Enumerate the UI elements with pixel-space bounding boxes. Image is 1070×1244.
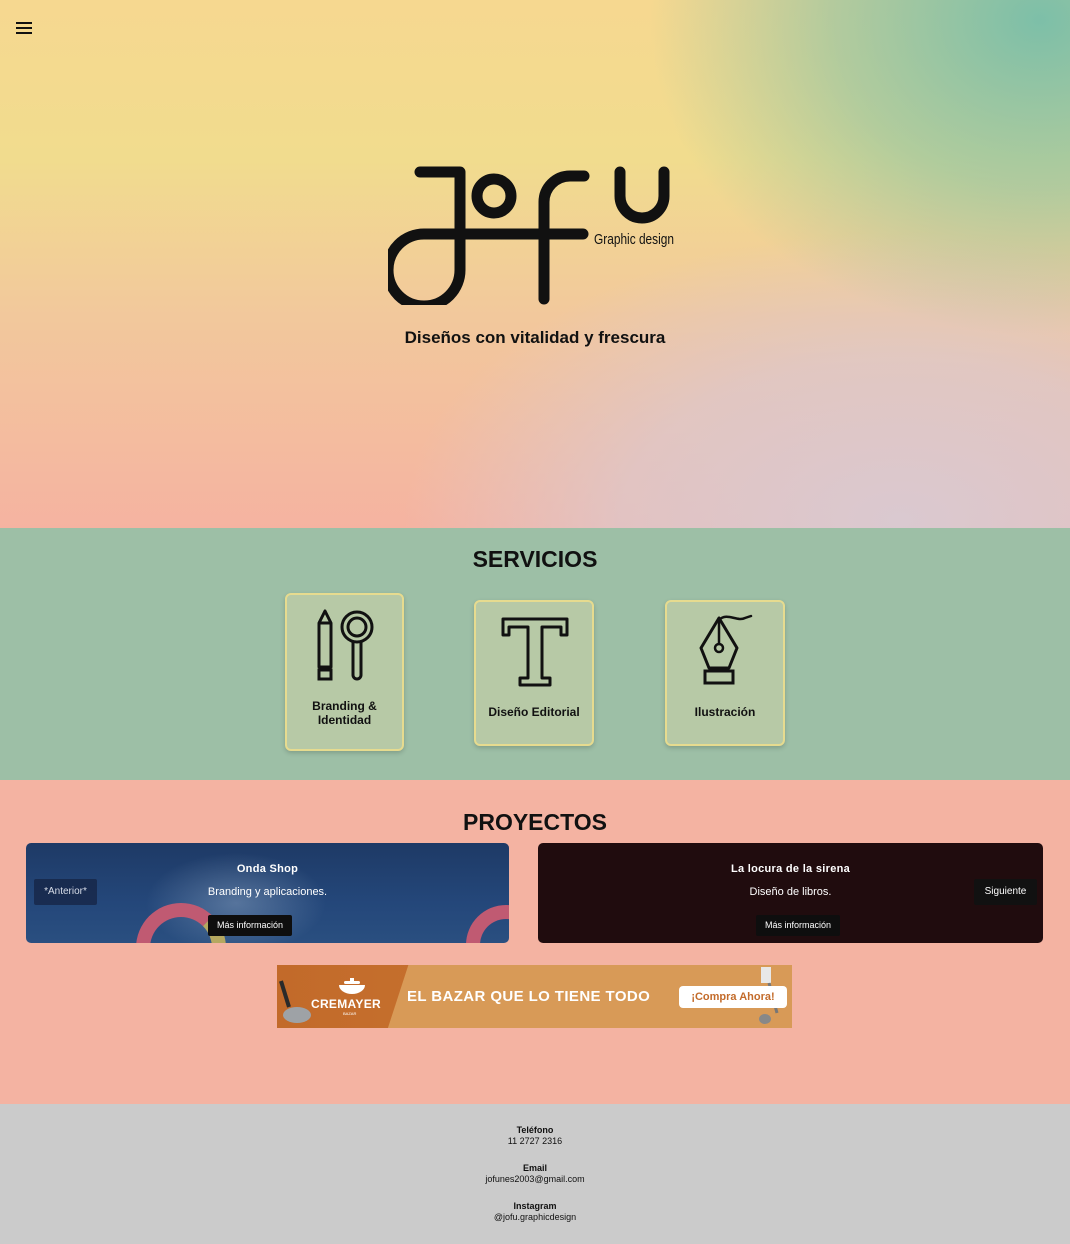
more-info-button[interactable]: Más información: [756, 915, 840, 936]
service-label-line2: Identidad: [317, 713, 372, 727]
project-subtitle: Diseño de libros.: [749, 886, 832, 898]
instagram-label: Instagram: [513, 1201, 557, 1211]
footer-phone: Teléfono 11 2727 2316: [0, 1125, 1070, 1147]
service-card-ilustracion[interactable]: Ilustración: [665, 600, 785, 746]
project-card-sirena: La locura de la sirena Diseño de libros.…: [538, 843, 1043, 943]
servicios-title: SERVICIOS: [472, 546, 598, 572]
project-title: Onda Shop: [236, 863, 299, 875]
project-card-onda-shop: *Anterior* Onda Shop Branding y aplicaci…: [26, 843, 509, 943]
letter-t-icon: [501, 617, 569, 687]
project-subtitle: Branding y aplicaciones.: [207, 886, 328, 898]
project-image-swirl: [466, 905, 509, 943]
pen-nib-icon: [699, 614, 753, 685]
cremayer-ad-banner[interactable]: CREMAYER BAZAR EL BAZAR QUE LO TIENE TOD…: [277, 965, 792, 1028]
hamburger-menu-icon[interactable]: [16, 22, 32, 36]
phone-value[interactable]: 11 2727 2316: [0, 1136, 1070, 1147]
pencil-magnifier-icon: [317, 609, 374, 681]
pan-icon: [279, 980, 311, 1023]
phone-label: Teléfono: [516, 1125, 554, 1135]
servicios-section: SERVICIOS Branding & Identidad Diseño Ed…: [0, 528, 1070, 780]
banner-brand-sub: BAZAR: [343, 1011, 357, 1016]
proyectos-title: PROYECTOS: [463, 809, 607, 835]
service-label-ilustracion: Ilustración: [694, 705, 756, 719]
email-value[interactable]: jofunes2003@gmail.com: [0, 1174, 1070, 1185]
more-info-button[interactable]: Más información: [208, 915, 292, 936]
carousel-next-button[interactable]: Siguiente: [974, 879, 1037, 905]
footer: Teléfono 11 2727 2316 Email jofunes2003@…: [0, 1104, 1070, 1244]
banner-cta-button[interactable]: ¡Compra Ahora!: [679, 986, 787, 1008]
service-card-editorial[interactable]: Diseño Editorial: [474, 600, 594, 746]
email-label: Email: [522, 1163, 547, 1173]
pot-icon: [339, 978, 365, 994]
hero-section: Graphic design Diseños con vitalidad y f…: [0, 0, 1070, 528]
footer-instagram: Instagram @jofu.graphicdesign: [0, 1201, 1070, 1223]
service-label-line1: Branding &: [312, 699, 377, 713]
banner-headline: EL BAZAR QUE LO TIENE TODO: [407, 988, 651, 1005]
service-card-branding[interactable]: Branding & Identidad: [285, 593, 404, 751]
footer-email: Email jofunes2003@gmail.com: [0, 1163, 1070, 1185]
banner-brand: CREMAYER: [311, 997, 381, 1011]
project-title: La locura de la sirena: [730, 863, 851, 875]
logo-subtext: Graphic design: [594, 231, 674, 248]
proyectos-section: PROYECTOS *Anterior* Onda Shop Branding …: [0, 780, 1070, 1104]
hero-tagline: Diseños con vitalidad y frescura: [404, 328, 666, 347]
instagram-value[interactable]: @jofu.graphicdesign: [0, 1212, 1070, 1223]
jofu-logo: Graphic design: [388, 166, 674, 305]
service-label-editorial: Diseño Editorial: [488, 705, 580, 719]
